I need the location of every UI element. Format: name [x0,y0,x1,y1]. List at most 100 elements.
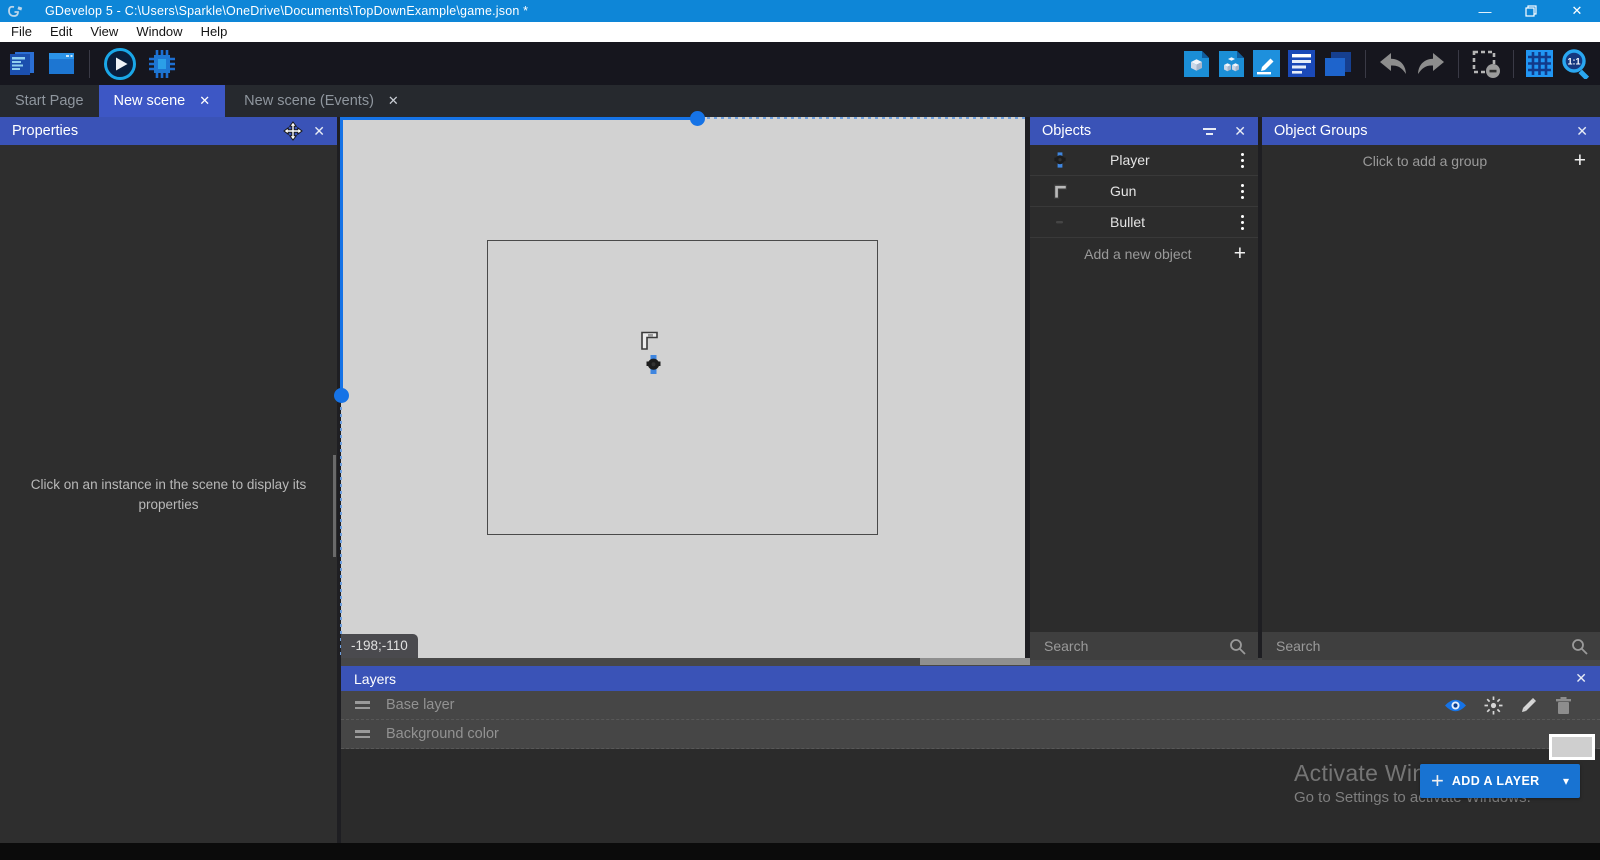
object-row-player[interactable]: Player [1030,145,1258,176]
menu-help[interactable]: Help [192,22,237,42]
object-menu-icon[interactable] [1237,180,1248,203]
properties-editor-icon[interactable] [1253,50,1280,77]
layers-list: Base layer Background color [341,691,1600,749]
layers-title: Layers [354,671,396,687]
tab-label: New scene [114,93,186,109]
tab-close-icon[interactable]: ✕ [388,93,399,109]
chevron-down-icon[interactable]: ▾ [1563,774,1569,788]
object-row-gun[interactable]: Gun [1030,176,1258,207]
add-object-plus-icon[interactable]: + [1234,243,1246,264]
object-menu-icon[interactable] [1237,211,1248,234]
tab-close-icon[interactable]: ✕ [199,93,210,109]
object-name: Gun [1110,183,1136,199]
gun-instance[interactable] [641,331,658,355]
gdevelop-window: GDevelop 5 - C:\Users\Sparkle\OneDrive\D… [0,0,1600,860]
instances-list-icon[interactable] [1288,50,1315,77]
scene-canvas[interactable]: -198;-110 [341,117,1025,658]
menu-view[interactable]: View [81,22,127,42]
objects-editor-icon[interactable] [1183,50,1210,78]
object-groups-title: Object Groups [1274,123,1368,139]
layer-name: Base layer [386,697,455,713]
menu-file[interactable]: File [2,22,41,42]
objects-close-icon[interactable]: ✕ [1234,123,1246,140]
hscroll-line [341,117,693,120]
drag-handle-icon[interactable] [355,701,370,709]
undo-icon[interactable] [1378,51,1408,77]
objects-title: Objects [1042,123,1091,139]
scene-window-icon[interactable] [47,50,76,78]
game-window-frame [487,240,878,535]
filter-icon[interactable] [1203,128,1216,135]
object-name: Bullet [1110,214,1145,230]
layer-row-background-color[interactable]: Background color [341,720,1600,749]
grid-icon[interactable] [1526,50,1553,77]
groups-searchbar [1262,632,1600,660]
layer-effects-icon[interactable] [1484,696,1503,715]
toolbar: 1:1 [0,42,1600,85]
objects-header: Objects ✕ [1030,117,1258,145]
canvas-hscrollbar-thumb[interactable] [920,658,1030,665]
tab-label: New scene (Events) [244,93,374,109]
restore-button[interactable] [1508,0,1554,22]
menu-edit[interactable]: Edit [41,22,81,42]
delete-layer-trash-icon[interactable] [1555,696,1572,715]
gdevelop-logo-icon [8,5,23,18]
add-object-row[interactable]: Add a new object + [1030,238,1258,269]
tab-label: Start Page [15,93,84,109]
tab-start-page[interactable]: Start Page [0,85,99,117]
vscroll-handle[interactable] [334,388,349,403]
menu-window[interactable]: Window [127,22,191,42]
restore-icon [1525,5,1537,17]
layers-panel: Layers ✕ Base layer Background color [341,666,1600,843]
layer-row-base[interactable]: Base layer [341,691,1600,720]
svg-text:1:1: 1:1 [1567,57,1580,67]
hscroll-handle[interactable] [690,111,705,126]
deselect-instances-icon[interactable] [1471,49,1501,79]
properties-scrollbar[interactable] [333,455,336,557]
properties-header: Properties ✕ [0,117,337,145]
zoom-original-icon[interactable]: 1:1 [1561,48,1592,79]
tab-new-scene-events[interactable]: New scene (Events) ✕ [229,85,414,117]
objects-search-input[interactable] [1030,638,1229,654]
preview-play-icon[interactable] [103,47,137,81]
object-groups-close-icon[interactable]: ✕ [1576,123,1588,140]
groups-search-input[interactable] [1262,638,1571,654]
gun-thumbnail-icon [1048,184,1072,199]
project-manager-icon[interactable] [8,50,38,78]
add-object-label: Add a new object [1042,246,1234,262]
drag-handle-icon[interactable] [355,730,370,738]
menubar: File Edit View Window Help [0,22,1600,42]
visibility-eye-icon[interactable] [1444,698,1467,713]
search-icon [1229,638,1246,655]
properties-empty-message: Click on an instance in the scene to dis… [0,475,337,516]
background-color-swatch[interactable] [1549,734,1595,760]
layers-editor-icon[interactable] [1323,50,1353,78]
titlebar: GDevelop 5 - C:\Users\Sparkle\OneDrive\D… [0,0,1600,22]
add-layer-button[interactable]: + ADD A LAYER ▾ [1420,764,1580,798]
close-window-button[interactable]: ✕ [1554,0,1600,22]
object-groups-editor-icon[interactable] [1218,50,1245,78]
bullet-thumbnail-icon [1048,220,1072,224]
properties-panel: Properties ✕ Click on an instance in the… [0,117,337,843]
vscroll-line [340,117,343,389]
player-instance[interactable] [646,355,661,379]
object-row-bullet[interactable]: Bullet [1030,207,1258,238]
bottom-edge [0,843,1600,860]
cursor-coordinates: -198;-110 [341,634,418,658]
redo-icon[interactable] [1416,51,1446,77]
tabbar: Start Page New scene ✕ New scene (Events… [0,85,1600,117]
toolbar-separator [1458,50,1459,78]
properties-close-icon[interactable]: ✕ [313,123,325,140]
edit-layer-pencil-icon[interactable] [1520,696,1538,714]
object-menu-icon[interactable] [1237,149,1248,172]
player-thumbnail-icon [1048,152,1072,168]
layers-close-icon[interactable]: ✕ [1575,670,1587,687]
add-group-plus-icon[interactable]: + [1574,150,1586,171]
debugger-icon[interactable] [146,49,178,79]
objects-panel: Objects ✕ Player Gun Bullet Add a [1030,117,1258,660]
object-groups-panel: Object Groups ✕ Click to add a group + [1262,117,1600,660]
tab-new-scene[interactable]: New scene ✕ [99,85,226,117]
minimize-button[interactable]: — [1462,0,1508,22]
add-group-row[interactable]: Click to add a group + [1262,145,1600,176]
add-group-label: Click to add a group [1276,153,1574,169]
